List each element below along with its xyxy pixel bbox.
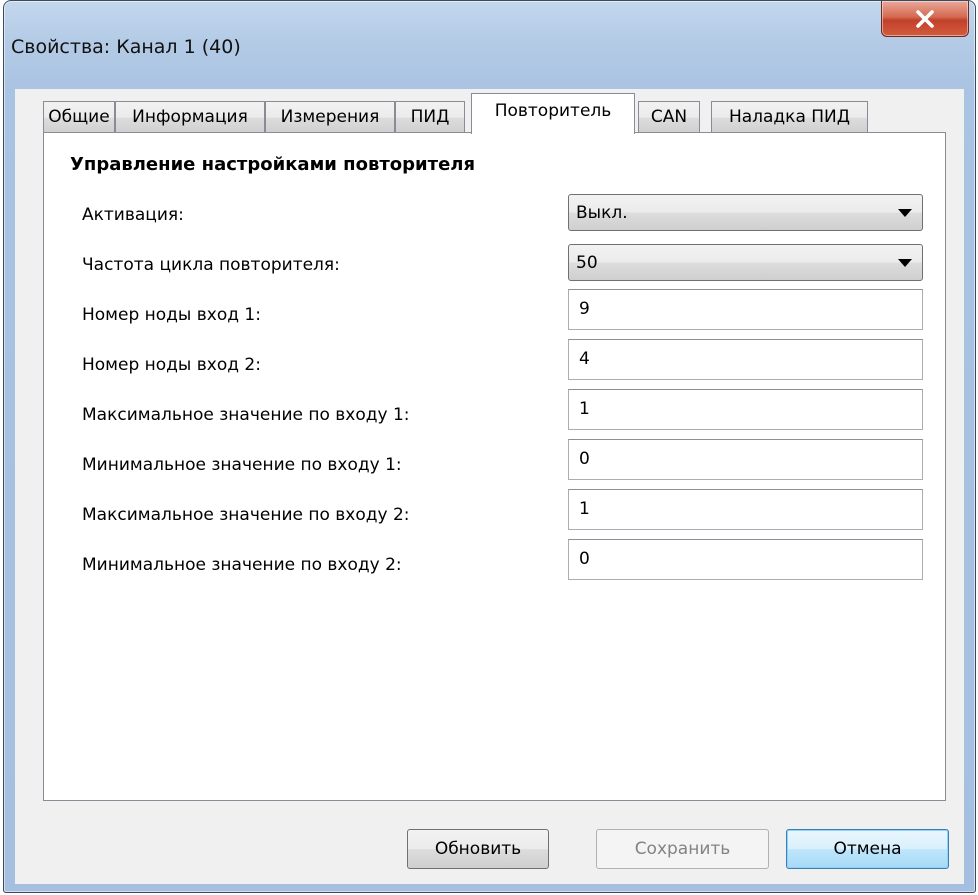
node-input1-value: 9 <box>579 299 590 319</box>
max-input1-label: Максимальное значение по входу 1: <box>82 405 410 425</box>
cycle-frequency-label: Частота цикла повторителя: <box>82 255 340 275</box>
save-button[interactable]: Сохранить <box>596 829 769 869</box>
dialog-window: Свойства: Канал 1 (40) Общие Информация … <box>3 0 976 893</box>
tab-pid[interactable]: ПИД <box>395 101 465 133</box>
tab-measurements[interactable]: Измерения <box>265 101 395 133</box>
max-input2-value: 1 <box>579 499 590 519</box>
node-input2-value: 4 <box>579 349 590 369</box>
max-input2-field[interactable]: 1 <box>568 489 923 530</box>
min-input2-field[interactable]: 0 <box>568 539 923 580</box>
min-input2-value: 0 <box>579 549 590 569</box>
activation-value: Выкл. <box>576 203 628 223</box>
cycle-frequency-value: 50 <box>576 253 598 273</box>
activation-label: Активация: <box>82 205 184 225</box>
min-input1-label: Минимальное значение по входу 1: <box>82 455 402 475</box>
tab-can[interactable]: CAN <box>638 101 700 133</box>
chevron-down-icon <box>898 259 912 267</box>
max-input2-label: Максимальное значение по входу 2: <box>82 505 410 525</box>
node-input1-label: Номер ноды вход 1: <box>82 305 261 325</box>
min-input2-label: Минимальное значение по входу 2: <box>82 555 402 575</box>
window-title: Свойства: Канал 1 (40) <box>11 36 241 58</box>
node-input2-field[interactable]: 4 <box>568 339 923 380</box>
close-button[interactable] <box>881 1 969 37</box>
max-input1-field[interactable]: 1 <box>568 389 923 430</box>
tab-strip: Общие Информация Измерения ПИД Повторите… <box>43 93 943 134</box>
cycle-frequency-select[interactable]: 50 <box>568 244 923 281</box>
tab-information[interactable]: Информация <box>115 101 265 133</box>
dialog-client-area: Общие Информация Измерения ПИД Повторите… <box>15 89 964 884</box>
tab-pid-tuning[interactable]: Наладка ПИД <box>711 101 868 133</box>
cancel-button[interactable]: Отмена <box>786 829 949 869</box>
section-title: Управление настройками повторителя <box>70 154 476 175</box>
chevron-down-icon <box>898 209 912 217</box>
node-input2-label: Номер ноды вход 2: <box>82 355 261 375</box>
activation-select[interactable]: Выкл. <box>568 194 923 231</box>
title-bar[interactable]: Свойства: Канал 1 (40) <box>4 1 975 91</box>
close-icon <box>916 10 934 28</box>
tab-repeater[interactable]: Повторитель <box>471 93 635 134</box>
tab-general[interactable]: Общие <box>43 101 115 133</box>
refresh-button[interactable]: Обновить <box>407 829 549 869</box>
tab-panel-repeater: Управление настройками повторителя Актив… <box>43 132 946 801</box>
max-input1-value: 1 <box>579 399 590 419</box>
node-input1-field[interactable]: 9 <box>568 289 923 330</box>
min-input1-field[interactable]: 0 <box>568 439 923 480</box>
min-input1-value: 0 <box>579 449 590 469</box>
